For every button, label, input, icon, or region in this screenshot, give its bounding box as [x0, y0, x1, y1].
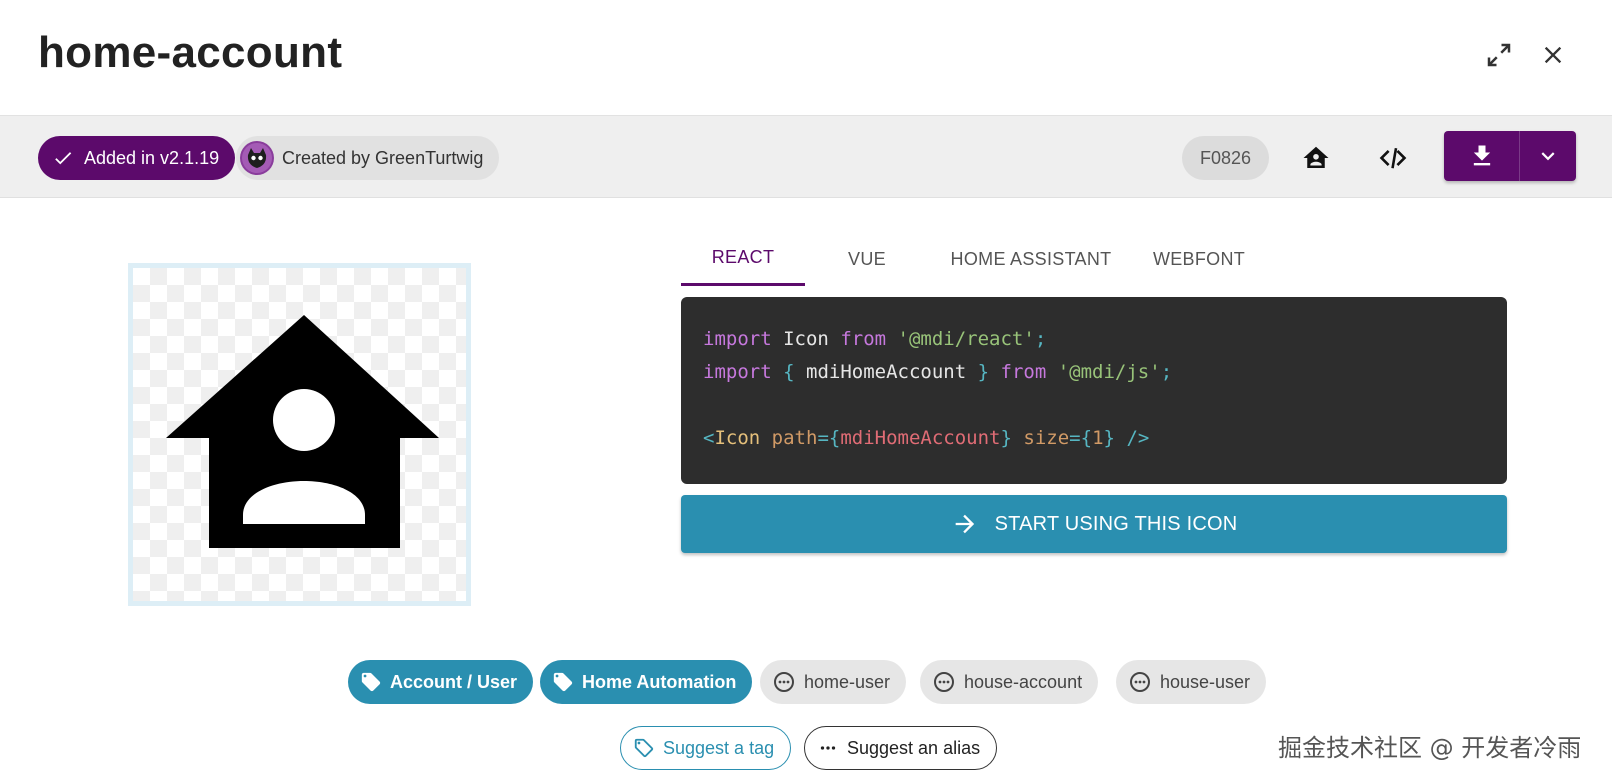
author-label: Created by GreenTurtwig	[282, 147, 484, 168]
codepoint-badge[interactable]: F0826	[1182, 136, 1270, 180]
dots-circle-icon	[774, 672, 794, 692]
download-options-button[interactable]	[1520, 131, 1576, 181]
framework-tabs: REACT VUE HOME ASSISTANT WEBFONT	[681, 232, 1265, 286]
alias-label: house-account	[964, 671, 1083, 692]
download-button[interactable]	[1444, 131, 1520, 181]
suggest-tag-button[interactable]: Suggest a tag	[620, 726, 792, 770]
page-title: home-account	[38, 28, 343, 77]
code-tags-icon[interactable]	[1375, 140, 1411, 176]
author-chip[interactable]: Created by GreenTurtwig	[236, 136, 500, 180]
meta-bar: Added in v2.1.19 Created by GreenTurtwig…	[0, 116, 1612, 198]
tag-chip-account-user[interactable]: Account / User	[348, 660, 534, 704]
start-using-button[interactable]: START USING THIS ICON	[681, 495, 1507, 553]
dots-circle-icon	[1130, 672, 1150, 692]
dots-circle-icon	[934, 672, 954, 692]
tag-outline-icon	[634, 738, 654, 758]
alias-label: home-user	[804, 671, 891, 692]
suggest-alias-button[interactable]: Suggest an alias	[804, 726, 998, 770]
tag-chip-home-automation[interactable]: Home Automation	[540, 660, 753, 704]
tag-label: Account / User	[390, 671, 518, 692]
tab-vue[interactable]: VUE	[805, 232, 929, 286]
suggest-tag-label: Suggest a tag	[663, 737, 775, 758]
download-button-group	[1444, 131, 1576, 181]
alias-label: house-user	[1160, 671, 1251, 692]
added-version-chip[interactable]: Added in v2.1.19	[38, 136, 236, 180]
tab-home-assistant[interactable]: HOME ASSISTANT	[929, 232, 1133, 286]
tab-react[interactable]: REACT	[681, 232, 805, 286]
alias-chip-house-user[interactable]: house-user	[1116, 660, 1267, 704]
code-line-1: import Icon from '@mdi/react';	[703, 328, 1047, 350]
dots-horizontal-icon	[820, 746, 836, 750]
added-version-label: Added in v2.1.19	[84, 147, 220, 168]
title-row: home-account	[0, 0, 1612, 116]
tags-row: Account / User Home Automation home-user…	[0, 660, 1612, 704]
home-account-icon[interactable]	[1298, 140, 1334, 176]
download-icon	[1473, 145, 1490, 166]
code-line-2: import { mdiHomeAccount } from '@mdi/js'…	[703, 361, 1173, 383]
tag-icon	[553, 672, 573, 692]
code-snippet[interactable]: import Icon from '@mdi/react'; import { m…	[681, 297, 1507, 484]
tab-webfont[interactable]: WEBFONT	[1133, 232, 1265, 286]
suggest-alias-label: Suggest an alias	[847, 737, 981, 758]
code-line-4: <Icon path={mdiHomeAccount} size={1} />	[703, 427, 1150, 449]
tag-icon	[361, 672, 381, 692]
home-account-icon	[166, 315, 439, 548]
start-using-label: START USING THIS ICON	[994, 512, 1238, 535]
arrow-right-icon	[955, 514, 974, 534]
check-icon	[55, 152, 72, 165]
alias-chip-home-user[interactable]: home-user	[760, 660, 907, 704]
icon-preview	[128, 263, 471, 606]
alias-chip-house-account[interactable]: house-account	[920, 660, 1099, 704]
avatar	[240, 141, 274, 175]
watermark: 掘金技术社区 @ 开发者冷雨	[1278, 734, 1582, 762]
tag-label: Home Automation	[582, 671, 737, 692]
chevron-down-icon	[1541, 152, 1555, 161]
close-icon[interactable]	[1536, 38, 1570, 72]
expand-icon[interactable]	[1482, 38, 1516, 72]
